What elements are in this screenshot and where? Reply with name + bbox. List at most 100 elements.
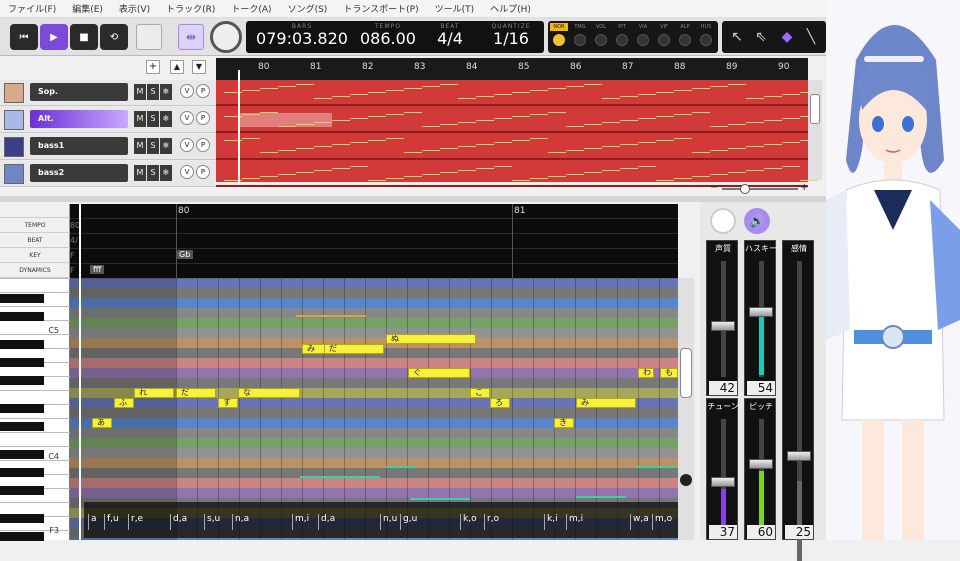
param-toggle[interactable]: VOL [592,23,610,46]
note[interactable]: き [554,418,574,428]
speaker-button[interactable]: 🔊 [744,208,770,234]
phoneme-label[interactable]: a [88,514,97,530]
track-row[interactable]: Sop. M S ❄ V P [0,80,216,106]
freeze-button[interactable]: ❄ [160,138,172,154]
black-key[interactable] [0,422,44,431]
mute-button[interactable]: M [134,138,146,154]
param-toggle[interactable]: VIF [655,23,673,46]
phoneme-label[interactable]: d,a [318,514,335,530]
parameter-slider[interactable]: 声質 42 [706,240,738,396]
black-key[interactable] [0,486,44,495]
note[interactable]: ふ [114,398,134,408]
menu-item[interactable]: ツール(T) [427,2,483,15]
black-key[interactable] [0,376,44,385]
move-down-button[interactable]: ▼ [192,60,206,74]
slider-thumb[interactable] [711,321,735,331]
phoneme-label[interactable]: k,i [544,514,558,530]
track-name[interactable]: Sop. [30,83,128,101]
loop-button[interactable]: ⟲ [100,24,128,50]
slider-thumb[interactable] [749,307,773,317]
note[interactable]: あ [92,418,112,428]
menu-item[interactable]: 編集(E) [64,2,111,15]
phoneme-label[interactable]: r,o [484,514,499,530]
quantize-value[interactable]: 1/16 [482,30,540,48]
track-lanes[interactable] [216,80,818,187]
cursor-icon[interactable]: ↖ [726,25,748,49]
note[interactable]: だ [324,344,384,354]
piano-roll[interactable]: みだぬぐわもれだなこふすろみあき [70,278,678,540]
note[interactable]: み [576,398,636,408]
track-lane[interactable] [216,134,818,160]
note[interactable]: な [238,388,300,398]
menu-item[interactable]: トランスポート(P) [335,2,426,15]
track-scrollbar[interactable] [808,80,822,180]
track-lane[interactable] [216,107,818,133]
stop-button[interactable]: ■ [70,24,98,50]
note[interactable]: わ [638,368,654,378]
param-toggle[interactable]: ALP [676,23,694,46]
playhead[interactable] [238,70,240,182]
phoneme-label[interactable]: n,a [232,514,249,530]
editor-info-rows[interactable]: 80 81 80 4/F Gb Ffff [70,204,678,279]
note[interactable]: ろ [490,398,510,408]
phoneme-label[interactable]: m,i [566,514,583,530]
solo-button[interactable]: S [147,111,159,127]
note[interactable]: ぐ [408,368,470,378]
note[interactable]: れ [134,388,174,398]
phoneme-label[interactable]: d,a [170,514,187,530]
piano-keyboard[interactable]: C5 C4 F3 [0,278,70,541]
phoneme-label[interactable]: f,u [104,514,119,530]
track-ruler[interactable]: 80 81 82 83 84 85 86 87 88 89 90 [216,58,808,80]
parameter-slider[interactable]: 感情 25 [782,240,814,561]
track-name[interactable]: bass2 [30,164,128,182]
pencil-icon[interactable]: ╲ [800,25,822,49]
freeze-button[interactable]: ❄ [160,84,172,100]
editor-playhead[interactable] [79,204,81,540]
parameter-slider[interactable]: ハスキー 54 [744,240,777,396]
beat-value[interactable]: 4/4 [426,30,474,48]
select-icon[interactable]: ⇖ [750,25,772,49]
v-button[interactable]: V [180,165,194,179]
black-key[interactable] [0,294,44,303]
add-track-button[interactable]: + [146,60,160,74]
track-row[interactable]: Alt. M S ❄ V P [0,107,216,133]
track-name[interactable]: bass1 [30,137,128,155]
menu-item[interactable]: トラック(R) [158,2,223,15]
snap-button[interactable]: ⇹ [178,24,204,50]
parameter-slider[interactable]: ピッチ 60 [744,398,776,540]
eraser-icon[interactable]: ◆ [776,25,798,49]
track-name[interactable]: Alt. [30,110,128,128]
note[interactable]: も [660,368,678,378]
black-key[interactable] [0,358,44,367]
solo-button[interactable]: S [147,138,159,154]
menu-item[interactable]: ファイル(F) [0,2,64,15]
black-key[interactable] [0,340,44,349]
editor-scrollbar[interactable] [678,278,694,540]
phoneme-label[interactable]: s,u [204,514,220,530]
param-toggle[interactable]: NOR [550,23,568,46]
play-button[interactable]: ▶ [40,24,68,50]
slider-thumb[interactable] [787,451,811,461]
metronome-dial[interactable] [210,21,242,53]
menu-item[interactable]: ソング(S) [280,2,336,15]
note[interactable]: こ [470,388,490,398]
mute-button[interactable]: M [134,165,146,181]
track-row[interactable]: bass1 M S ❄ V P [0,134,216,160]
black-key[interactable] [0,312,44,321]
freeze-button[interactable]: ❄ [160,111,172,127]
mute-button[interactable]: M [134,84,146,100]
v-button[interactable]: V [180,84,194,98]
rewind-button[interactable]: ⏮ [10,24,38,50]
note[interactable]: だ [176,388,216,398]
tempo-value[interactable]: 086.00 [356,30,420,48]
slider-thumb[interactable] [711,477,735,487]
phoneme-label[interactable]: g,u [400,514,417,530]
solo-button[interactable]: S [147,84,159,100]
black-key[interactable] [0,514,44,523]
p-button[interactable]: P [196,138,210,152]
menu-item[interactable]: トーク(A) [223,2,279,15]
phoneme-label[interactable]: m,i [292,514,309,530]
phoneme-label[interactable]: m,o [652,514,672,530]
param-toggle[interactable]: PIT [613,23,631,46]
param-toggle[interactable]: VIA [634,23,652,46]
